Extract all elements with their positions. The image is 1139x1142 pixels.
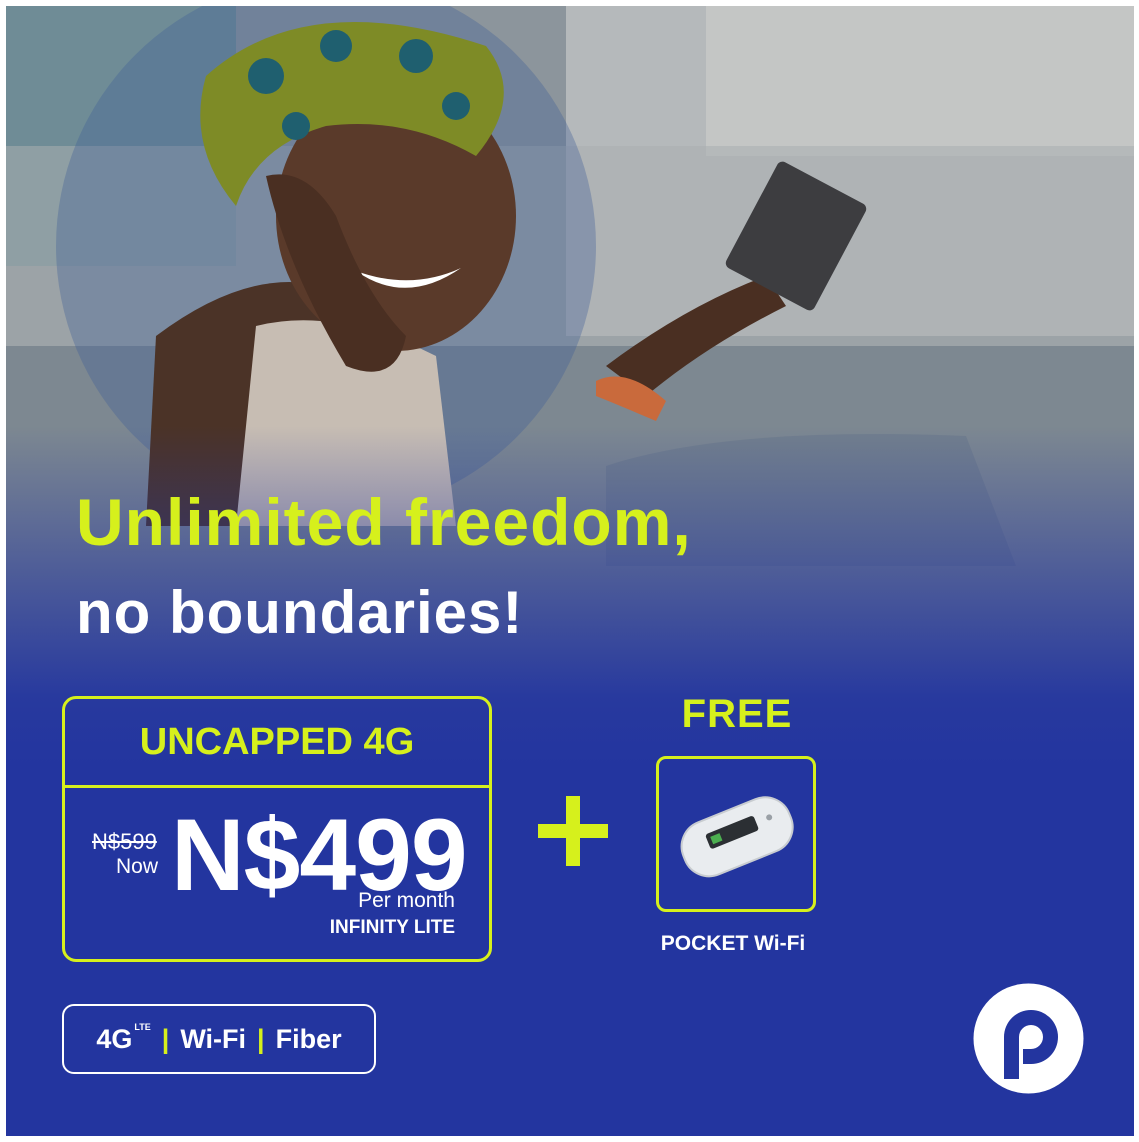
tech-4g: 4G [96, 1023, 133, 1054]
device-label: POCKET Wi-Fi [660, 932, 806, 955]
headline-line-1: Unlimited freedom, [76, 485, 692, 559]
offer-title: UNCAPPED 4G [65, 699, 489, 788]
old-price: N$599 [92, 829, 157, 854]
pocket-wifi-router-image [680, 796, 794, 878]
p-logo [971, 981, 1086, 1096]
free-label: FREE [681, 692, 793, 736]
technology-badge: 4G LTE | Wi-Fi | Fiber [62, 1004, 376, 1074]
tech-fiber: Fiber [275, 1023, 342, 1054]
device-box [656, 756, 816, 912]
plus-icon [538, 796, 608, 866]
plan-name: INFINITY LITE [329, 917, 455, 938]
promo-banner: Unlimited freedom, no boundaries! UNCAPP… [6, 6, 1134, 1136]
now-label: Now [116, 855, 159, 878]
headline-line-2: no boundaries! [76, 579, 524, 646]
price-period: Per month [358, 889, 455, 912]
offer-box: UNCAPPED 4G N$599 Now N$499 Per month IN… [62, 696, 492, 962]
tech-lte-superscript: LTE [134, 1022, 151, 1032]
tech-wifi: Wi-Fi [180, 1023, 247, 1054]
